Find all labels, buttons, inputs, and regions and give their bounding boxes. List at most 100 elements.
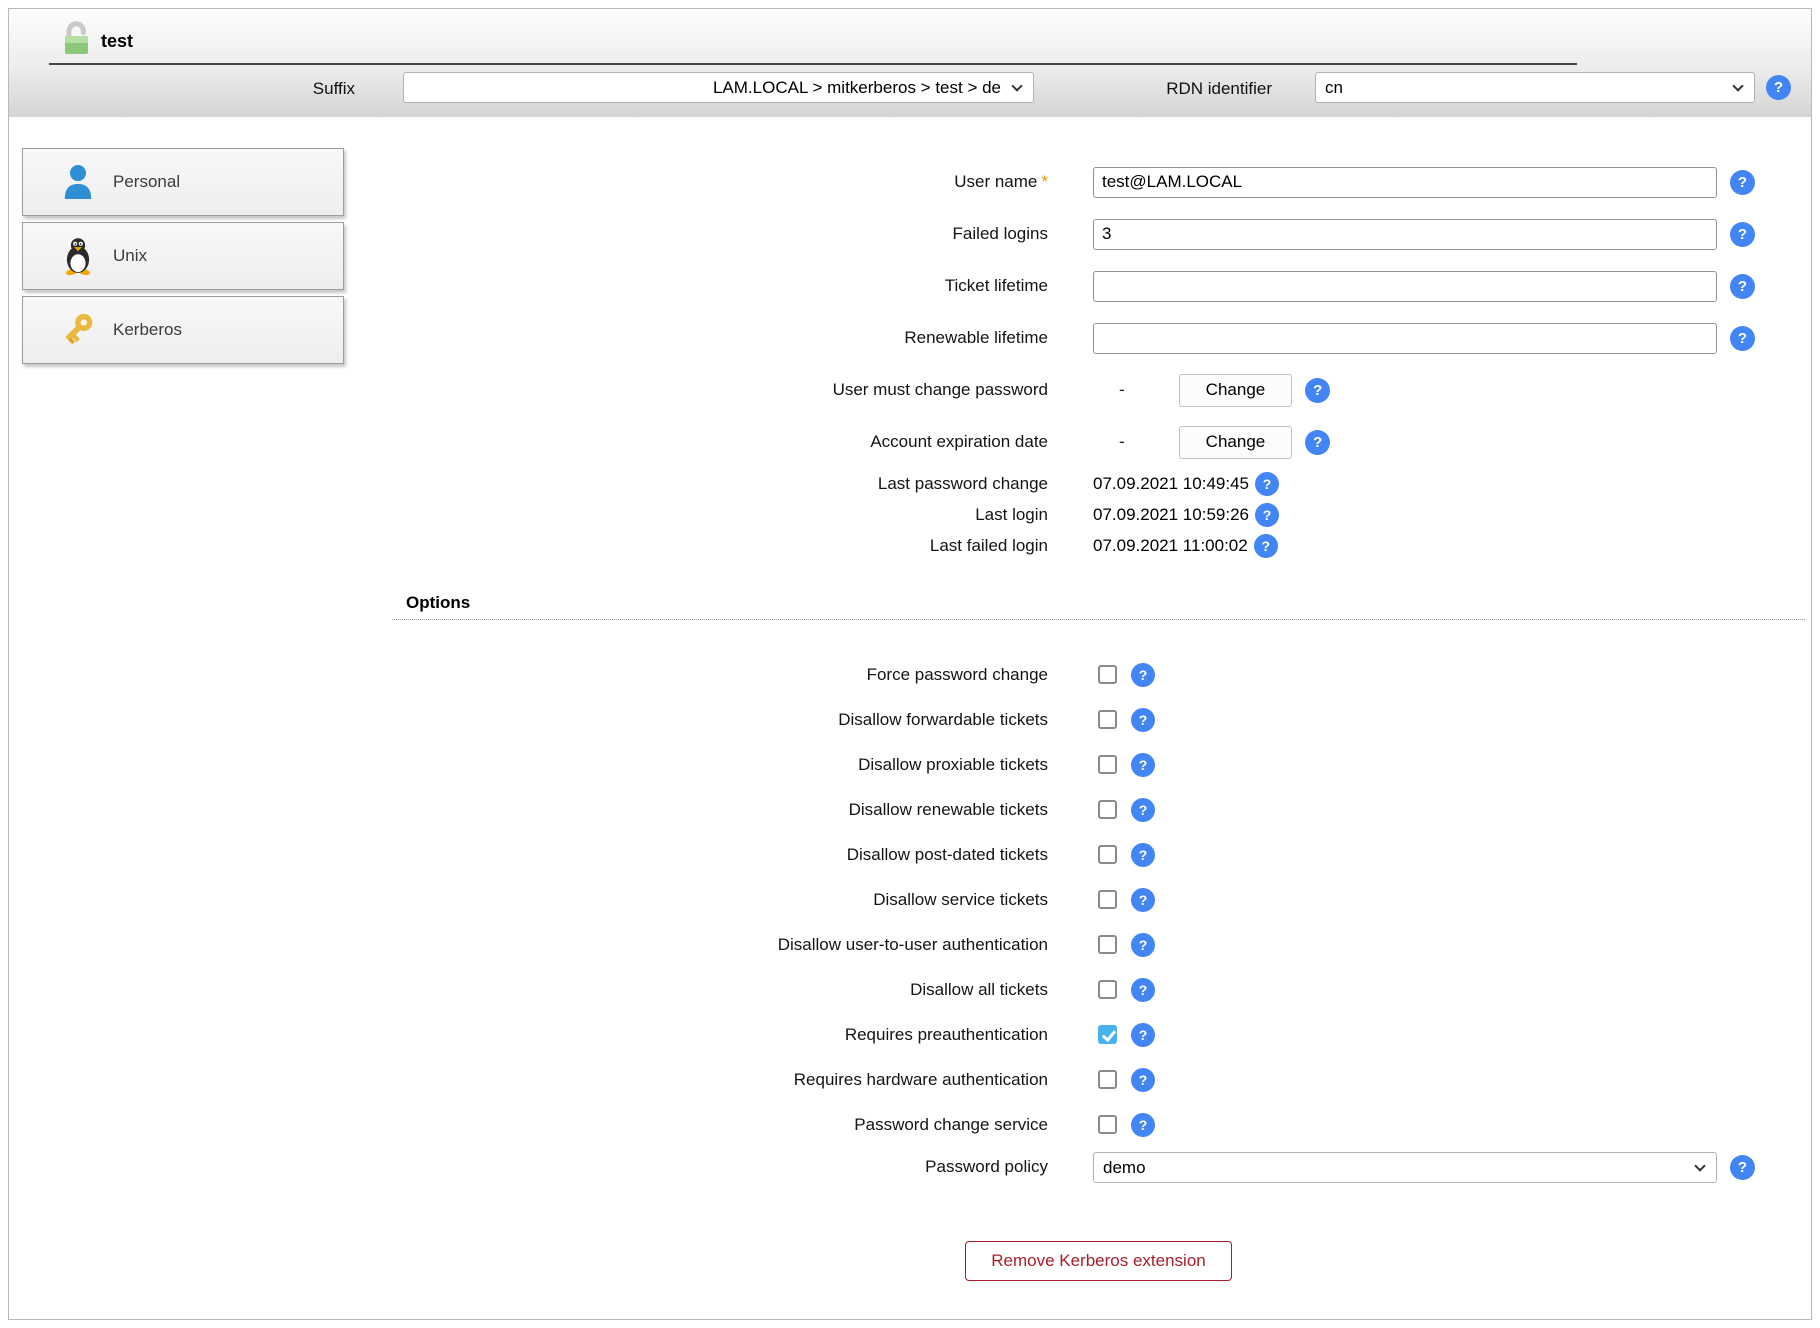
help-icon[interactable]: ? [1305, 430, 1330, 455]
suffix-select[interactable]: LAM.LOCAL > mitkerberos > test > de [403, 72, 1034, 103]
empty-value: - [1119, 432, 1125, 452]
disallow-proxiable-checkbox[interactable] [1098, 755, 1117, 774]
change-password-date-button[interactable]: Change [1179, 374, 1293, 407]
change-expiration-date-button[interactable]: Change [1179, 426, 1293, 459]
disallow-user-to-user-checkbox[interactable] [1098, 935, 1117, 954]
tab-personal[interactable]: Personal [22, 148, 344, 216]
option-label: Requires hardware authentication [392, 1070, 1048, 1090]
option-label: Disallow renewable tickets [392, 800, 1048, 820]
option-label: Requires preauthentication [392, 1025, 1048, 1045]
title-divider [49, 63, 1577, 65]
field-label: User must change password [392, 380, 1048, 400]
field-label: Renewable lifetime [392, 328, 1048, 348]
disallow-service-checkbox[interactable] [1098, 890, 1117, 909]
person-icon [59, 163, 97, 201]
help-icon[interactable]: ? [1131, 708, 1155, 732]
option-row-disallow-post-dated: Disallow post-dated tickets ? [392, 832, 1805, 877]
field-label: Last failed login [392, 536, 1048, 556]
rdn-select-wrap: cn [1315, 72, 1755, 103]
help-icon[interactable]: ? [1730, 170, 1755, 195]
tab-label: Kerberos [113, 320, 182, 340]
disallow-all-tickets-checkbox[interactable] [1098, 980, 1117, 999]
options-section-title: Options [392, 593, 1805, 620]
help-icon[interactable]: ? [1131, 843, 1155, 867]
help-icon[interactable]: ? [1730, 1155, 1755, 1180]
form-row-account-expiration: Account expiration date - Change ? [392, 416, 1805, 468]
option-label: Password change service [392, 1115, 1048, 1135]
option-row-requires-hardware-auth: Requires hardware authentication ? [392, 1057, 1805, 1102]
help-icon[interactable]: ? [1131, 1068, 1155, 1092]
help-icon[interactable]: ? [1766, 75, 1791, 100]
disallow-post-dated-checkbox[interactable] [1098, 845, 1117, 864]
form-row-user-name: User name* ? [392, 156, 1805, 208]
help-icon[interactable]: ? [1131, 888, 1155, 912]
form-row-last-login: Last login 07.09.2021 10:59:26 ? [392, 499, 1805, 530]
renewable-lifetime-input[interactable] [1093, 323, 1717, 354]
option-label: Disallow forwardable tickets [392, 710, 1048, 730]
password-policy-select-wrap: demo [1093, 1152, 1717, 1183]
account-edit-page: test Suffix LAM.LOCAL > mitkerberos > te… [8, 8, 1812, 1320]
key-icon [59, 312, 97, 348]
help-icon[interactable]: ? [1255, 503, 1279, 527]
tab-kerberos[interactable]: Kerberos [22, 296, 344, 364]
field-label: Ticket lifetime [392, 276, 1048, 296]
penguin-icon [59, 237, 97, 275]
option-row-force-password-change: Force password change ? [392, 652, 1805, 697]
help-icon[interactable]: ? [1730, 222, 1755, 247]
required-marker: * [1041, 172, 1048, 191]
ticket-lifetime-input[interactable] [1093, 271, 1717, 302]
timestamp-value: 07.09.2021 10:49:45 [1093, 474, 1249, 494]
disallow-renewable-checkbox[interactable] [1098, 800, 1117, 819]
timestamp-value: 07.09.2021 10:59:26 [1093, 505, 1249, 525]
help-icon[interactable]: ? [1131, 663, 1155, 687]
tab-unix[interactable]: Unix [22, 222, 344, 290]
password-policy-select[interactable]: demo [1093, 1152, 1717, 1183]
field-label: Password policy [392, 1157, 1048, 1177]
requires-hardware-auth-checkbox[interactable] [1098, 1070, 1117, 1089]
force-password-change-checkbox[interactable] [1098, 665, 1117, 684]
help-icon[interactable]: ? [1131, 753, 1155, 777]
tab-label: Personal [113, 172, 180, 192]
rdn-identifier-select[interactable]: cn [1315, 72, 1755, 103]
tab-label: Unix [113, 246, 147, 266]
form-row-password-policy: Password policy demo ? [392, 1141, 1805, 1193]
user-name-input[interactable] [1093, 167, 1717, 198]
help-icon[interactable]: ? [1255, 472, 1279, 496]
help-icon[interactable]: ? [1254, 534, 1278, 558]
unlocked-icon [57, 19, 93, 64]
timestamp-value: 07.09.2021 11:00:02 [1093, 536, 1248, 556]
option-row-disallow-user-to-user: Disallow user-to-user authentication ? [392, 922, 1805, 967]
failed-logins-input[interactable] [1093, 219, 1717, 250]
field-label: Failed logins [392, 224, 1048, 244]
field-label: Last login [392, 505, 1048, 525]
form-row-must-change-password: User must change password - Change ? [392, 364, 1805, 416]
help-icon[interactable]: ? [1131, 798, 1155, 822]
options-list: Force password change ? Disallow forward… [392, 652, 1805, 1193]
form-row-last-password-change: Last password change 07.09.2021 10:49:45… [392, 468, 1805, 499]
kerberos-form: User name* ? Failed logins ? Ticket life… [392, 156, 1805, 1281]
option-row-disallow-service: Disallow service tickets ? [392, 877, 1805, 922]
disallow-forwardable-checkbox[interactable] [1098, 710, 1117, 729]
help-icon[interactable]: ? [1131, 978, 1155, 1002]
remove-kerberos-extension-button[interactable]: Remove Kerberos extension [965, 1241, 1232, 1281]
field-label: Account expiration date [392, 432, 1048, 452]
field-label: User name* [392, 172, 1048, 192]
help-icon[interactable]: ? [1131, 1113, 1155, 1137]
suffix-select-wrap: LAM.LOCAL > mitkerberos > test > de [403, 72, 1034, 103]
option-label: Disallow all tickets [392, 980, 1048, 1000]
form-row-failed-logins: Failed logins ? [392, 208, 1805, 260]
form-row-last-failed-login: Last failed login 07.09.2021 11:00:02 ? [392, 530, 1805, 561]
requires-preauthentication-checkbox[interactable] [1098, 1025, 1117, 1044]
password-change-service-checkbox[interactable] [1098, 1115, 1117, 1134]
help-icon[interactable]: ? [1131, 933, 1155, 957]
help-icon[interactable]: ? [1131, 1023, 1155, 1047]
rdn-identifier-label: RDN identifier [949, 79, 1272, 99]
help-icon[interactable]: ? [1730, 274, 1755, 299]
option-label: Disallow service tickets [392, 890, 1048, 910]
help-icon[interactable]: ? [1305, 378, 1330, 403]
option-row-disallow-all-tickets: Disallow all tickets ? [392, 967, 1805, 1012]
option-label: Disallow post-dated tickets [392, 845, 1048, 865]
field-label: Last password change [392, 474, 1048, 494]
help-icon[interactable]: ? [1730, 326, 1755, 351]
empty-value: - [1119, 380, 1125, 400]
